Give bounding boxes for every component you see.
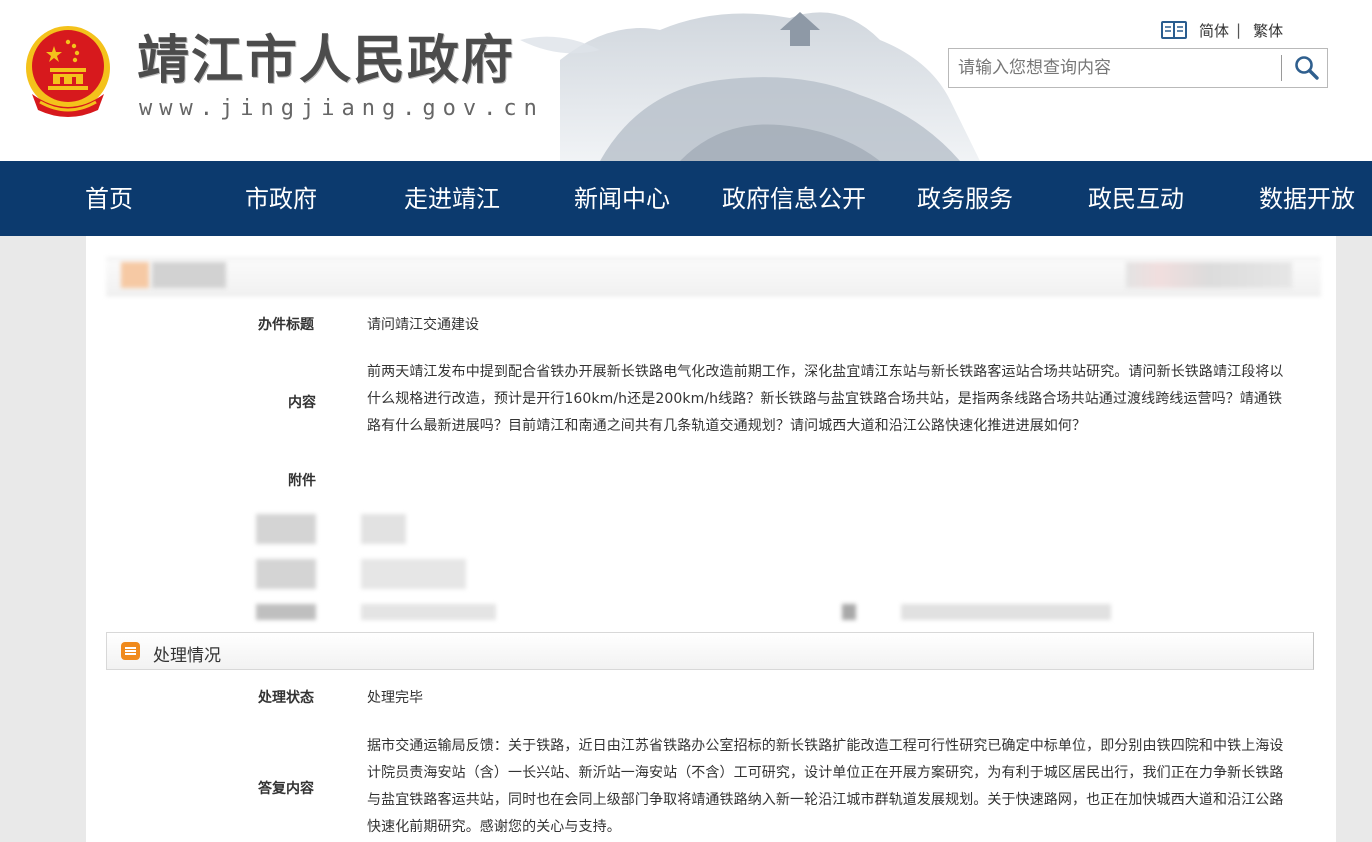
title-label: 办件标题 <box>258 317 314 333</box>
language-switcher: 简体 | 繁体 <box>1161 18 1283 42</box>
status-value: 处理完毕 <box>367 690 423 706</box>
site-title: 靖江市人民政府 <box>137 30 516 91</box>
redacted-header-meta <box>1126 262 1292 288</box>
site-header: 靖江市人民政府 www.jingjiang.gov.cn 简体 | 繁体 <box>0 0 1372 161</box>
search-box <box>948 48 1328 88</box>
list-icon <box>121 642 140 660</box>
redacted-field-value <box>361 559 466 589</box>
redacted-field-value <box>361 514 406 544</box>
content-value: 前两天靖江发布中提到配合省铁办开展新长铁路电气化改造前期工作，深化盐宜靖江东站与… <box>367 364 1284 434</box>
redacted-field-label <box>256 514 316 544</box>
traditional-chinese-link[interactable]: 繁体 <box>1253 20 1283 41</box>
nav-item-open-data[interactable]: 数据开放 <box>1259 161 1355 236</box>
book-icon <box>1161 21 1187 39</box>
nav-item-home[interactable]: 首页 <box>85 161 133 236</box>
main-nav: 首页 市政府 走进靖江 新闻中心 政府信息公开 政务服务 政民互动 数据开放 <box>0 161 1372 236</box>
magnifier-icon <box>1295 56 1319 80</box>
processing-section-header: 处理情况 <box>106 632 1314 670</box>
nav-item-about-jingjiang[interactable]: 走进靖江 <box>404 161 500 236</box>
site-url: www.jingjiang.gov.cn <box>139 96 544 121</box>
nav-item-news-center[interactable]: 新闻中心 <box>574 161 670 236</box>
redacted-header-icon <box>121 262 149 288</box>
processing-section-title: 处理情况 <box>153 646 221 666</box>
nav-item-information-disclosure[interactable]: 政府信息公开 <box>722 161 866 236</box>
redacted-field-value <box>361 604 496 620</box>
redacted-field-label <box>256 604 316 620</box>
search-button[interactable] <box>1287 49 1327 87</box>
redacted-header-text <box>152 262 226 288</box>
search-divider <box>1281 55 1282 81</box>
lang-separator: | <box>1236 21 1242 39</box>
content-label: 内容 <box>288 395 316 411</box>
nav-item-government-services[interactable]: 政务服务 <box>917 161 1013 236</box>
search-input[interactable] <box>949 49 1279 87</box>
redacted-field-value <box>901 604 1111 620</box>
nav-item-city-government[interactable]: 市政府 <box>245 161 317 236</box>
nav-item-public-interaction[interactable]: 政民互动 <box>1088 161 1184 236</box>
simplified-chinese-link[interactable]: 简体 <box>1199 20 1229 41</box>
redacted-field-label <box>842 604 856 620</box>
reply-label: 答复内容 <box>258 781 314 797</box>
attachment-label: 附件 <box>288 473 316 489</box>
status-label: 处理状态 <box>258 690 314 706</box>
redacted-field-label <box>256 559 316 589</box>
reply-value: 据市交通运输局反馈：关于铁路，近日由江苏省铁路办公室招标的新长铁路扩能改造工程可… <box>367 738 1284 835</box>
national-emblem-icon <box>26 26 110 117</box>
title-value: 请问靖江交通建设 <box>367 317 479 333</box>
